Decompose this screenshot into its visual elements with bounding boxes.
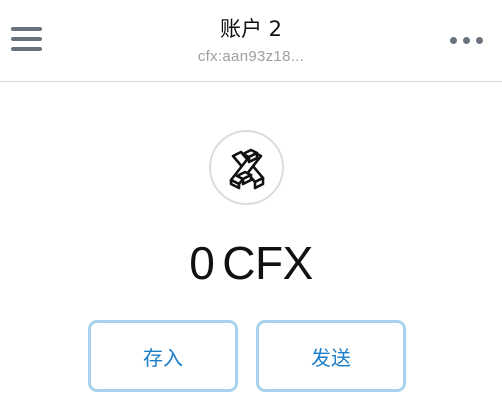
deposit-button[interactable]: 存入 <box>88 320 238 392</box>
account-address[interactable]: cfx:aan93z18... <box>0 48 502 65</box>
balance-value: 0 <box>189 237 215 289</box>
account-header: 账户 2 cfx:aan93z18... <box>0 0 502 82</box>
account-name[interactable]: 账户 2 <box>0 13 502 43</box>
balance-display: 0 CFX <box>0 236 502 290</box>
balance-unit: CFX <box>222 237 313 289</box>
send-button[interactable]: 发送 <box>256 320 406 392</box>
more-options-icon[interactable] <box>449 35 485 47</box>
account-identicon-icon <box>209 130 284 205</box>
wallet-home-screen: 账户 2 cfx:aan93z18... 0 CFX 存入 发送 <box>0 0 502 413</box>
